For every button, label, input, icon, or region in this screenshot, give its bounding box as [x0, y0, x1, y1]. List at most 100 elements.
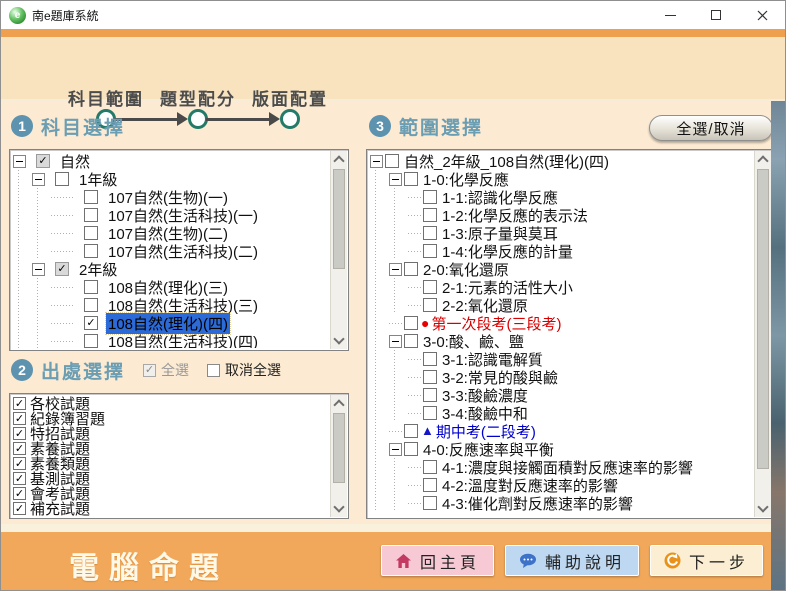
tree-checkbox[interactable] — [404, 172, 418, 186]
tree-row[interactable]: ●第一次段考(三段考) — [370, 314, 754, 332]
tree-checkbox[interactable] — [423, 208, 437, 222]
home-button[interactable]: 回主頁 — [381, 545, 494, 576]
scroll-thumb[interactable] — [333, 413, 345, 483]
tree-checkbox[interactable] — [423, 406, 437, 420]
tree-checkbox[interactable] — [84, 244, 98, 258]
tree-row[interactable]: 107自然(生活科技)(一) — [13, 206, 330, 224]
tree-row[interactable]: 3-2:常見的酸與鹼 — [370, 368, 754, 386]
tree-checkbox[interactable] — [84, 208, 98, 222]
tree-row[interactable]: 1年級 — [13, 170, 330, 188]
tree-row[interactable]: ▲期中考(二段考) — [370, 422, 754, 440]
scroll-down-icon[interactable] — [331, 501, 347, 517]
tree-row[interactable]: 4-3:催化劑對反應速率的影響 — [370, 494, 754, 512]
tree-checkbox[interactable] — [423, 244, 437, 258]
tree-row[interactable]: ✓108自然(理化)(四) — [13, 314, 330, 332]
tree-checkbox[interactable]: ✓ — [55, 262, 69, 276]
select-all-option[interactable]: ✓ 全選 — [143, 360, 189, 380]
tree-checkbox[interactable] — [423, 298, 437, 312]
range-scrollbar[interactable] — [754, 151, 771, 517]
tree-checkbox[interactable] — [423, 460, 437, 474]
scroll-down-icon[interactable] — [331, 333, 347, 349]
tree-checkbox[interactable] — [404, 442, 418, 456]
tree-expander-minus-icon[interactable] — [370, 155, 383, 168]
tree-node-label[interactable]: 107自然(生活科技)(二) — [106, 241, 260, 262]
tree-row[interactable]: 4-1:濃度與接觸面積對反應速率的影響 — [370, 458, 754, 476]
item-checkbox[interactable]: ✓ — [13, 502, 26, 515]
tree-checkbox[interactable] — [84, 226, 98, 240]
tree-checkbox[interactable] — [423, 370, 437, 384]
maximize-icon[interactable] — [693, 1, 739, 29]
tree-expander-minus-icon[interactable] — [389, 263, 402, 276]
tree-row[interactable]: 2-0:氧化還原 — [370, 260, 754, 278]
subject-scrollbar[interactable] — [330, 151, 347, 349]
tree-checkbox[interactable] — [423, 280, 437, 294]
item-checkbox[interactable]: ✓ — [13, 412, 26, 425]
minimize-icon[interactable] — [647, 1, 693, 29]
item-checkbox[interactable]: ✓ — [13, 472, 26, 485]
tree-expander-minus-icon[interactable] — [32, 263, 45, 276]
tree-row[interactable]: 3-4:酸鹼中和 — [370, 404, 754, 422]
tree-checkbox[interactable] — [55, 172, 69, 186]
tree-row[interactable]: 3-0:酸、鹼、鹽 — [370, 332, 754, 350]
tree-checkbox[interactable] — [423, 388, 437, 402]
tree-row[interactable]: 2-1:元素的活性大小 — [370, 278, 754, 296]
tree-expander-minus-icon[interactable] — [13, 155, 26, 168]
tree-checkbox[interactable] — [404, 334, 418, 348]
tree-row[interactable]: 108自然(生活科技)(四) — [13, 332, 330, 348]
item-checkbox[interactable]: ✓ — [13, 427, 26, 440]
tree-row[interactable]: 1-1:認識化學反應 — [370, 188, 754, 206]
next-step-button[interactable]: 下一步 — [650, 545, 763, 576]
tree-row[interactable]: 1-0:化學反應 — [370, 170, 754, 188]
tree-checkbox[interactable]: ✓ — [36, 154, 50, 168]
list-item[interactable]: ✓補充試題 — [13, 501, 330, 516]
item-checkbox[interactable]: ✓ — [13, 457, 26, 470]
deselect-all-option[interactable]: 取消全選 — [207, 360, 281, 380]
close-icon[interactable] — [739, 1, 785, 29]
scroll-down-icon[interactable] — [755, 501, 771, 517]
item-checkbox[interactable]: ✓ — [13, 487, 26, 500]
tree-row[interactable]: 4-2:溫度對反應速率的影響 — [370, 476, 754, 494]
scroll-thumb[interactable] — [333, 169, 345, 269]
tree-row[interactable]: 1-4:化學反應的計量 — [370, 242, 754, 260]
tree-node-label[interactable]: 4-3:催化劑對反應速率的影響 — [440, 493, 635, 514]
tree-checkbox[interactable] — [84, 298, 98, 312]
tree-checkbox[interactable] — [404, 262, 418, 276]
tree-checkbox[interactable] — [423, 190, 437, 204]
tree-checkbox[interactable] — [84, 280, 98, 294]
tree-checkbox[interactable] — [423, 478, 437, 492]
tree-expander-minus-icon[interactable] — [389, 443, 402, 456]
deselect-all-checkbox[interactable] — [207, 364, 220, 377]
tree-row[interactable]: ✓2年級 — [13, 260, 330, 278]
tree-node-label[interactable]: 108自然(生活科技)(四) — [106, 331, 260, 349]
select-all-toggle-button[interactable]: 全選/取消 — [649, 115, 773, 141]
tree-checkbox[interactable] — [84, 190, 98, 204]
select-all-checkbox[interactable]: ✓ — [143, 364, 156, 377]
scroll-up-icon[interactable] — [331, 151, 347, 167]
tree-expander-minus-icon[interactable] — [389, 173, 402, 186]
tree-row[interactable]: 3-3:酸鹼濃度 — [370, 386, 754, 404]
tree-checkbox[interactable] — [404, 424, 418, 438]
source-scrollbar[interactable] — [330, 395, 347, 517]
tree-row[interactable]: 107自然(生物)(二) — [13, 224, 330, 242]
help-button[interactable]: 輔助說明 — [505, 545, 639, 576]
tree-checkbox[interactable]: ✓ — [84, 316, 98, 330]
tree-row[interactable]: 108自然(理化)(三) — [13, 278, 330, 296]
tree-row[interactable]: 3-1:認識電解質 — [370, 350, 754, 368]
tree-row[interactable]: 1-2:化學反應的表示法 — [370, 206, 754, 224]
tree-row[interactable]: 自然_2年級_108自然(理化)(四) — [370, 152, 754, 170]
tree-row[interactable]: 2-2:氧化還原 — [370, 296, 754, 314]
scroll-up-icon[interactable] — [755, 151, 771, 167]
tree-checkbox[interactable] — [423, 226, 437, 240]
tree-checkbox[interactable] — [423, 496, 437, 510]
tree-row[interactable]: 4-0:反應速率與平衡 — [370, 440, 754, 458]
item-checkbox[interactable]: ✓ — [13, 442, 26, 455]
tree-checkbox[interactable] — [84, 334, 98, 348]
tree-checkbox[interactable] — [404, 316, 418, 330]
tree-expander-minus-icon[interactable] — [389, 335, 402, 348]
tree-row[interactable]: ✓自然 — [13, 152, 330, 170]
tree-row[interactable]: 1-3:原子量與莫耳 — [370, 224, 754, 242]
tree-row[interactable]: 108自然(生活科技)(三) — [13, 296, 330, 314]
tree-checkbox[interactable] — [423, 352, 437, 366]
item-checkbox[interactable]: ✓ — [13, 397, 26, 410]
scroll-up-icon[interactable] — [331, 395, 347, 411]
